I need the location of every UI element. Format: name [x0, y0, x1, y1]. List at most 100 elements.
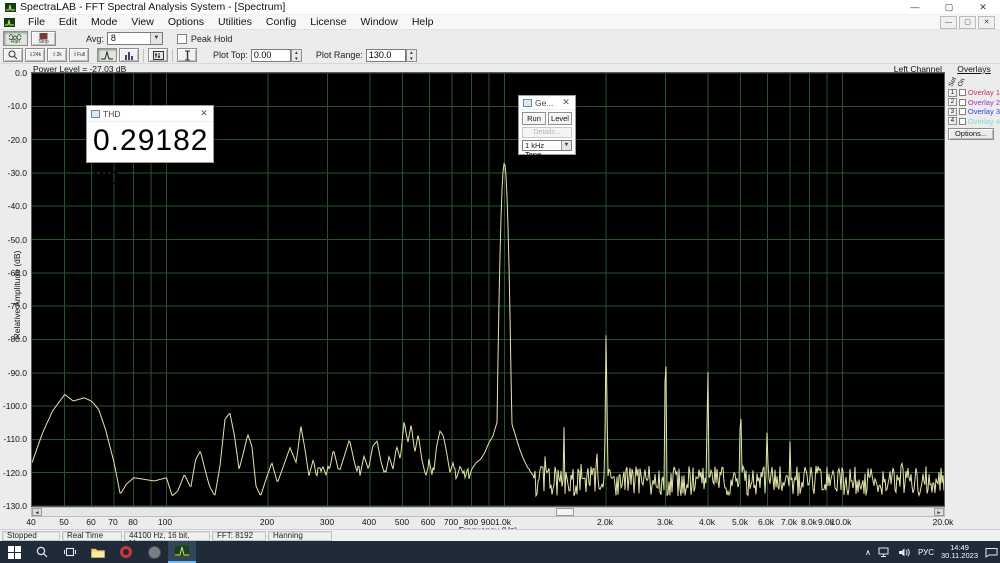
plot-top-input[interactable] — [251, 49, 291, 62]
generator-level-button[interactable]: Level — [548, 112, 572, 125]
zoom-out-2x-button[interactable]: ⇧2k — [47, 48, 67, 62]
run-button-label: Run — [11, 40, 20, 45]
thd-dialog-titlebar[interactable]: THD ✕ — [87, 106, 213, 122]
minimize-icon[interactable]: — — [898, 0, 932, 15]
y-tick-label: -80.0 — [8, 334, 27, 344]
system-tray: ∧ РУС 14:49 30.11.2023 — [865, 541, 998, 563]
overlay-checkbox[interactable] — [959, 118, 966, 125]
y-tick-label: -100.0 — [3, 401, 27, 411]
overlays-options-button[interactable]: Options... — [948, 128, 994, 140]
maximize-icon[interactable]: ▢ — [932, 0, 966, 15]
menu-item-file[interactable]: File — [21, 16, 52, 28]
overlay-select-button[interactable]: 4 — [948, 117, 957, 125]
menu-item-mode[interactable]: Mode — [84, 16, 124, 28]
overlays-title: Overlays — [948, 64, 1000, 74]
taskbar: ∧ РУС 14:49 30.11.2023 — [0, 541, 1000, 563]
file-explorer-button[interactable] — [84, 541, 112, 563]
overlay-checkbox[interactable] — [959, 89, 966, 96]
plot-top-label: Plot Top: — [213, 50, 248, 60]
close-icon[interactable]: ✕ — [195, 108, 213, 119]
scrollbar-thumb[interactable] — [556, 508, 574, 516]
spinner-down-icon[interactable]: ▼ — [292, 56, 301, 62]
spectrum-trace — [32, 164, 944, 496]
plot-range-label: Plot Range: — [316, 50, 363, 60]
thd-dialog: THD ✕ 0.29182 % — [86, 105, 214, 163]
start-button[interactable] — [0, 541, 28, 563]
stop-button[interactable]: Stop — [31, 31, 56, 46]
pinned-app-icon — [148, 546, 161, 559]
mdi-child-icon — [4, 18, 15, 27]
zoom-in-2x-button[interactable]: ⇩24k — [25, 48, 45, 62]
overlays-panel: Overlays Set On 1Overlay 12Overlay 23Ove… — [948, 64, 1000, 224]
overlay-checkbox[interactable] — [959, 99, 966, 106]
overlays-column-headers: Set On — [948, 75, 1000, 88]
menu-item-options[interactable]: Options — [161, 16, 211, 28]
close-icon[interactable]: ✕ — [557, 97, 575, 108]
spectrum-curve-icon — [101, 51, 113, 60]
generator-details-button: Details... — [522, 127, 572, 138]
mdi-close-icon[interactable]: ✕ — [978, 16, 995, 29]
mixer-button[interactable] — [148, 48, 168, 62]
chevron-down-icon[interactable]: ▼ — [561, 141, 571, 150]
bar-chart-icon — [124, 51, 135, 60]
mdi-restore-icon[interactable]: ▢ — [959, 16, 976, 29]
marker-button[interactable] — [177, 48, 197, 62]
y-tick-label: -120.0 — [3, 468, 27, 478]
plot-top-spinner[interactable]: ▲ ▼ — [291, 49, 302, 62]
action-center-icon[interactable] — [985, 547, 998, 558]
plot-range-spinner[interactable]: ▲ ▼ — [406, 49, 417, 62]
overlay-select-button[interactable]: 3 — [948, 108, 957, 116]
avg-value: 8 — [108, 33, 136, 44]
network-icon[interactable] — [878, 547, 891, 558]
generator-dialog-titlebar[interactable]: Ge... ✕ — [519, 96, 575, 110]
thd-dialog-icon — [91, 110, 100, 118]
tray-expand-icon[interactable]: ∧ — [865, 548, 871, 557]
overlay-row: 2Overlay 2 — [948, 98, 1000, 108]
app-icon — [5, 3, 16, 12]
generator-dialog-title: Ge... — [535, 98, 557, 108]
frequency-scrollbar[interactable]: ◄ ► — [31, 507, 945, 517]
windows-logo-icon — [8, 546, 21, 559]
menu-item-config[interactable]: Config — [259, 16, 303, 28]
overlay-row: 3Overlay 3 — [948, 107, 1000, 117]
zoom-full-scale-button[interactable]: ⇧Full — [69, 48, 89, 62]
peak-hold-checkbox[interactable] — [177, 34, 187, 44]
spinner-down-icon[interactable]: ▼ — [407, 56, 416, 62]
chevron-down-icon[interactable]: ▼ — [150, 33, 162, 44]
mdi-minimize-icon[interactable]: — — [940, 16, 957, 29]
opera-browser-button[interactable] — [112, 541, 140, 563]
overlay-select-button[interactable]: 2 — [948, 98, 957, 106]
overlays-col-on: On — [957, 77, 967, 88]
y-tick-label: -60.0 — [8, 268, 27, 278]
spectrum-line-view-button[interactable] — [97, 48, 117, 62]
generator-run-button[interactable]: Run — [522, 112, 546, 125]
clock-date: 30.11.2023 — [941, 552, 978, 560]
menu-item-help[interactable]: Help — [405, 16, 441, 28]
language-indicator[interactable]: РУС — [918, 548, 934, 557]
run-button[interactable]: Run — [3, 31, 28, 46]
scroll-left-icon[interactable]: ◄ — [32, 508, 42, 516]
menu-item-utilities[interactable]: Utilities — [211, 16, 259, 28]
close-icon[interactable]: ✕ — [966, 0, 1000, 15]
menu-item-edit[interactable]: Edit — [52, 16, 84, 28]
bar-view-button[interactable] — [119, 48, 139, 62]
taskbar-clock[interactable]: 14:49 30.11.2023 — [941, 544, 978, 560]
menu-item-license[interactable]: License — [303, 16, 353, 28]
menu-item-window[interactable]: Window — [353, 16, 404, 28]
scroll-right-icon[interactable]: ► — [934, 508, 944, 516]
search-button[interactable] — [28, 541, 56, 563]
pinned-app-button[interactable] — [140, 541, 168, 563]
menu-item-view[interactable]: View — [124, 16, 161, 28]
peak-hold-label: Peak Hold — [191, 34, 233, 44]
avg-combobox[interactable]: 8 ▼ — [107, 32, 163, 45]
plot-range-input[interactable] — [366, 49, 406, 62]
overlay-select-button[interactable]: 1 — [948, 89, 957, 97]
zoom-button[interactable] — [3, 48, 23, 62]
task-view-button[interactable] — [56, 541, 84, 563]
mixer-icon — [153, 51, 164, 60]
spectralab-taskbar-button[interactable] — [168, 541, 196, 563]
volume-icon[interactable] — [898, 547, 911, 558]
overlay-checkbox[interactable] — [959, 108, 966, 115]
generator-signal-combobox[interactable]: 1 kHz Tone ▼ — [522, 140, 572, 151]
status-segment: Stopped — [2, 531, 60, 541]
